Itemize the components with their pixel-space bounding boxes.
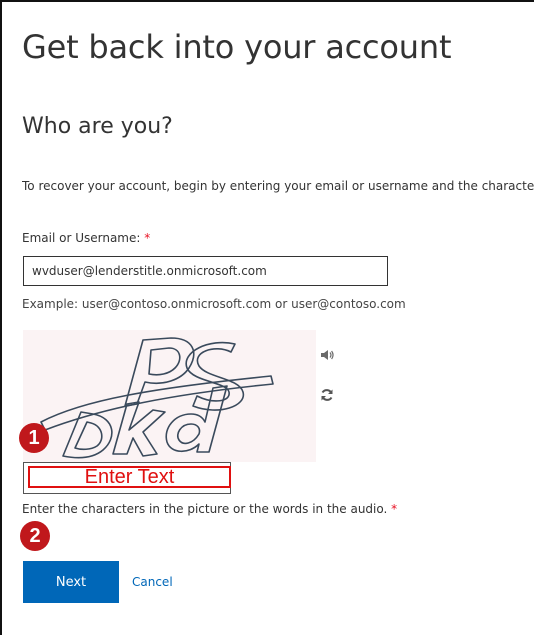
email-label-text: Email or Username: xyxy=(22,231,141,245)
annotation-badge-1: 1 xyxy=(19,423,49,453)
audio-captcha-button[interactable] xyxy=(318,346,336,364)
refresh-icon xyxy=(321,389,333,401)
window-frame xyxy=(0,0,534,635)
captcha-field-wrapper xyxy=(23,462,231,494)
email-example-text: Example: user@contoso.onmicrosoft.com or… xyxy=(22,297,406,311)
email-field[interactable] xyxy=(23,256,388,286)
captcha-input[interactable] xyxy=(28,466,231,488)
speaker-icon xyxy=(321,350,334,360)
refresh-captcha-button[interactable] xyxy=(318,386,336,404)
cancel-link[interactable]: Cancel xyxy=(132,575,173,589)
captcha-hint: Enter the characters in the picture or t… xyxy=(22,502,397,516)
next-button[interactable]: Next xyxy=(23,561,119,603)
required-asterisk: * xyxy=(391,502,398,516)
page-title: Get back into your account xyxy=(22,28,452,66)
annotation-badge-2: 2 xyxy=(20,521,50,551)
captcha-graphic xyxy=(40,337,274,459)
page-subtitle: Who are you? xyxy=(22,114,173,139)
email-label: Email or Username: * xyxy=(22,231,150,245)
instructions-text: To recover your account, begin by enteri… xyxy=(22,179,534,193)
required-asterisk: * xyxy=(144,231,151,245)
captcha-image xyxy=(23,330,316,462)
captcha-hint-text: Enter the characters in the picture or t… xyxy=(22,502,388,516)
